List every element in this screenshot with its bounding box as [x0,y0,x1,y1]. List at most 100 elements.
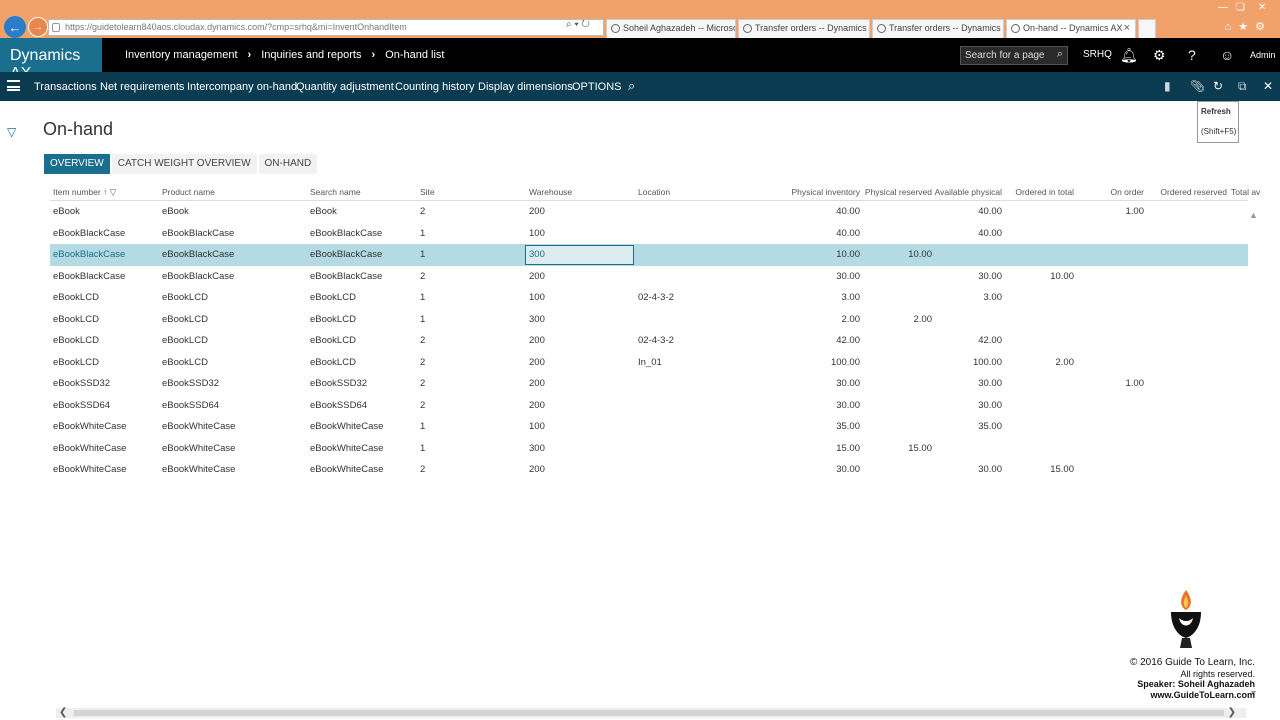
column-header-physical-reserved[interactable]: Physical reserved [860,187,932,197]
table-row[interactable]: eBookWhiteCase eBookWhiteCase eBookWhiteCa… [50,459,1248,481]
breadcrumb-item[interactable]: On-hand list [385,49,444,61]
cell-physical-inventory[interactable]: 2.00 [770,314,861,325]
breadcrumb-item[interactable]: Inquiries and reports [261,49,361,61]
cell-available-physical[interactable]: 3.00 [932,292,1003,303]
browser-toolbar-icons[interactable]: ⌂★⚙ [1225,20,1272,33]
cell-search-name[interactable]: eBook [310,206,337,217]
cell-warehouse[interactable]: 200 [529,378,545,389]
column-header-location[interactable]: Location [638,187,670,197]
filter-icon[interactable]: ▽ [110,187,117,197]
cell-site[interactable]: 2 [420,357,425,368]
cell-item-number[interactable]: eBookBlackCase [53,249,125,260]
cell-item-number[interactable]: eBookBlackCase [53,271,125,282]
restore-icon[interactable]: ❏ [1236,2,1245,13]
cell-physical-inventory[interactable]: 30.00 [770,400,860,411]
cell-item-number[interactable]: eBookLCD [53,314,99,325]
company-picker[interactable]: SRHQ [1083,49,1112,60]
cell-search-name[interactable]: eBookLCD [310,357,356,368]
close-tab-icon[interactable]: × [1124,22,1130,34]
cell-warehouse[interactable]: 100 [529,228,545,239]
scroll-right-arrow-icon[interactable]: ❯ [1228,707,1236,718]
cell-item-number[interactable]: eBook [53,206,80,217]
cell-physical-inventory[interactable]: 30.00 [770,271,860,282]
cell-search-name[interactable]: eBookWhiteCase [310,443,383,454]
column-header-total-available[interactable]: Total av [1231,187,1260,197]
cell-location[interactable]: 02-4-3-2 [638,292,674,303]
breadcrumb-item[interactable]: Inventory management [125,49,238,61]
cell-search-name[interactable]: eBookSSD32 [310,378,367,389]
forward-arrow-icon[interactable]: → [28,17,48,37]
cell-available-physical[interactable]: 40.00 [932,206,1002,217]
browser-tab-active[interactable]: On-hand -- Dynamics AX × [1006,19,1136,38]
cell-physical-inventory[interactable]: 40.00 [770,228,860,239]
cell-site[interactable]: 1 [420,292,425,303]
new-tab-button[interactable] [1138,19,1156,38]
address-bar[interactable]: https://guidetolearn840aos.cloudax.dynam… [48,19,604,36]
search-icon[interactable]: ⌕ [1057,48,1063,61]
cell-product-name[interactable]: eBookLCD [162,292,208,303]
action-counting-history[interactable]: Counting history [395,81,475,93]
table-row[interactable]: eBookWhiteCase eBookWhiteCase eBookWhiteCa… [50,438,1248,460]
cell-product-name[interactable]: eBookWhiteCase [162,421,235,432]
cell-on-order[interactable]: 1.00 [1074,206,1145,217]
cell-item-number[interactable]: eBookLCD [53,292,99,303]
column-header-site[interactable]: Site [420,187,435,197]
cell-product-name[interactable]: eBookLCD [162,335,208,346]
cell-warehouse[interactable]: 300 [529,249,545,260]
cell-product-name[interactable]: eBook [162,206,189,217]
cell-physical-inventory[interactable]: 3.00 [770,292,861,303]
cell-warehouse[interactable]: 300 [529,443,545,454]
cell-product-name[interactable]: eBookSSD32 [162,378,219,389]
cell-site[interactable]: 2 [420,206,425,217]
table-row[interactable]: eBookLCD eBookLCD eBookLCD 1 300 2.00 2.00 [50,309,1248,331]
cell-warehouse[interactable]: 200 [529,400,545,411]
column-header-physical-inventory[interactable]: Physical inventory [770,187,860,197]
cell-warehouse[interactable]: 200 [529,206,545,217]
scroll-up-arrow-icon[interactable]: ▲ [1249,210,1258,220]
table-row[interactable]: eBookLCD eBookLCD eBookLCD 1 100 02-4-3-2 3.00… [50,287,1248,309]
cell-ordered-in-total[interactable]: 15.00 [1002,464,1074,475]
action-transactions[interactable]: Transactions [34,81,97,93]
cell-search-name[interactable]: eBookWhiteCase [310,421,383,432]
cell-site[interactable]: 1 [420,314,425,325]
cell-ordered-in-total[interactable]: 10.00 [1002,271,1074,282]
cell-item-number[interactable]: eBookSSD32 [53,378,110,389]
column-header-ordered-in-total[interactable]: Ordered in total [1002,187,1074,197]
cell-physical-inventory[interactable]: 30.00 [770,378,860,389]
cell-search-name[interactable]: eBookBlackCase [310,249,382,260]
cell-item-number[interactable]: eBookSSD64 [53,400,110,411]
action-quantity-adjustment[interactable]: Quantity adjustment [296,81,394,93]
open-new-window-icon[interactable]: ⧉ [1238,79,1247,94]
back-arrow-icon[interactable]: ← [4,16,26,38]
cell-warehouse[interactable]: 100 [529,421,545,432]
cell-warehouse[interactable]: 100 [529,292,545,303]
cell-search-name[interactable]: eBookBlackCase [310,271,382,282]
cell-search-name[interactable]: eBookSSD64 [310,400,367,411]
bell-icon[interactable]: 🔔︎ [1120,47,1138,64]
office-icon[interactable]: ▮ [1164,79,1171,93]
horizontal-scrollbar[interactable]: ❮ ❯ [56,707,1246,718]
filter-icon[interactable]: ▽ [7,125,16,139]
table-row[interactable]: eBookWhiteCase eBookWhiteCase eBookWhiteCa… [50,416,1248,438]
column-header-search-name[interactable]: Search name [310,187,361,197]
cell-item-number[interactable]: eBookWhiteCase [53,443,126,454]
minimize-icon[interactable]: — [1218,2,1228,13]
cell-physical-reserved[interactable]: 15.00 [860,443,932,454]
cell-search-name[interactable]: eBookWhiteCase [310,464,383,475]
cell-physical-reserved[interactable]: 10.00 [860,249,932,260]
cell-ordered-in-total[interactable]: 2.00 [1002,357,1075,368]
cell-physical-inventory[interactable]: 15.00 [770,443,860,454]
cell-warehouse[interactable]: 200 [529,357,545,368]
cell-warehouse[interactable]: 200 [529,335,545,346]
cell-physical-inventory[interactable]: 42.00 [770,335,860,346]
gear-icon[interactable]: ⚙ [1153,47,1166,64]
search-icon[interactable]: ⌕ [628,78,635,94]
cell-physical-inventory[interactable]: 40.00 [770,206,860,217]
cell-product-name[interactable]: eBookBlackCase [162,249,234,260]
cell-product-name[interactable]: eBookLCD [162,314,208,325]
column-header-ordered-reserved[interactable]: Ordered reserved [1144,187,1227,197]
smiley-icon[interactable]: ☺ [1220,47,1234,63]
browser-tab[interactable]: Transfer orders -- Dynamics AX [872,19,1004,38]
cell-product-name[interactable]: eBookSSD64 [162,400,219,411]
close-window-icon[interactable]: ✕ [1258,2,1266,13]
